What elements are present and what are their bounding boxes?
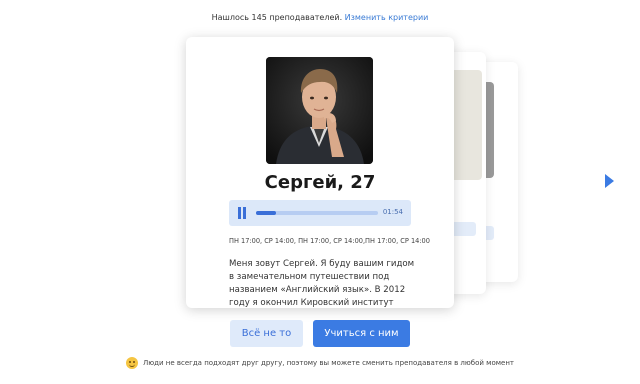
- audio-progress-fill: [256, 211, 276, 215]
- audio-time: 01:54: [382, 208, 403, 216]
- results-info: Нашлось 145 преподавателей. Изменить кри…: [0, 13, 640, 22]
- found-count-text: Нашлось 145 преподавателей.: [211, 13, 343, 22]
- audio-progress-bar[interactable]: [256, 211, 378, 215]
- footer-note-text: Люди не всегда подходят друг другу, поэт…: [143, 359, 514, 367]
- teacher-card: Сергей, 27 01:54 ПН 17:00, СР 14:00, ПН …: [186, 37, 454, 308]
- teacher-photo: [266, 57, 373, 164]
- not-suitable-button[interactable]: Всё не то: [230, 320, 303, 347]
- footer-note: Люди не всегда подходят друг другу, поэт…: [0, 357, 640, 369]
- teacher-name-age: Сергей, 27: [264, 172, 376, 193]
- change-criteria-link[interactable]: Изменить критерии: [345, 13, 429, 22]
- pause-icon[interactable]: [237, 207, 247, 219]
- audio-player: 01:54: [229, 200, 411, 226]
- next-arrow-icon[interactable]: [605, 174, 614, 188]
- smile-emoji-icon: [126, 357, 138, 369]
- teacher-portrait-image: [266, 57, 373, 164]
- schedule-text: ПН 17:00, СР 14:00, ПН 17:00, СР 14:00,П…: [229, 237, 430, 245]
- teacher-description: Меня зовут Сергей. Я буду вашим гидом в …: [229, 259, 415, 308]
- study-with-him-button[interactable]: Учиться с ним: [313, 320, 410, 347]
